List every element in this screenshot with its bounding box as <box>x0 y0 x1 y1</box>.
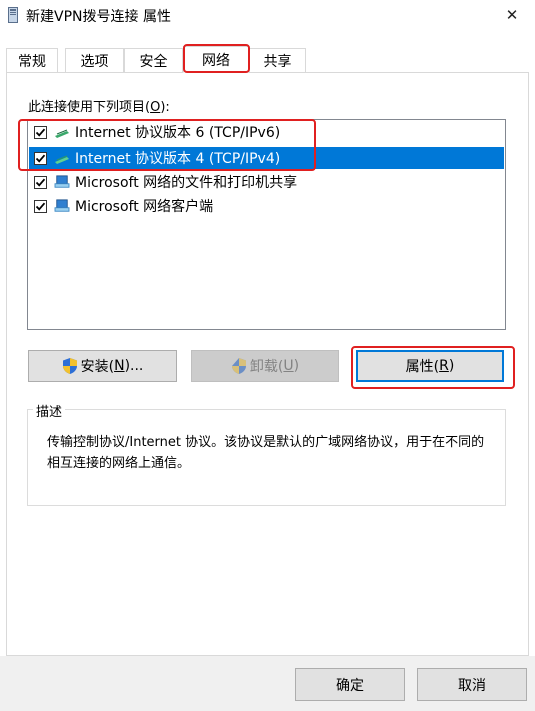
tab-network[interactable]: 网络 <box>183 46 249 73</box>
tab-general[interactable]: 常规 <box>6 48 58 72</box>
item-checkbox[interactable] <box>34 199 47 213</box>
title-bar: 新建VPN拨号连接 属性 ✕ <box>0 0 535 30</box>
item-label: Internet 协议版本 4 (TCP/IPv4) <box>75 151 281 167</box>
network-protocol-icon <box>55 155 69 164</box>
cancel-button[interactable]: 取消 <box>417 668 527 701</box>
checkmark-icon <box>35 202 46 211</box>
button-text: 卸载( <box>249 359 284 375</box>
button-text: ) <box>293 358 300 374</box>
tab-strip: 常规 选项 安全 网络 共享 <box>6 46 529 73</box>
vpn-connection-icon <box>8 7 18 23</box>
label-text: ): <box>160 100 170 115</box>
button-text: 属性( <box>405 359 440 375</box>
uac-shield-icon <box>62 358 77 374</box>
checkmark-icon <box>35 178 46 187</box>
list-item[interactable]: Microsoft 网络的文件和打印机共享 <box>29 171 504 193</box>
access-key: O <box>150 100 161 115</box>
install-button[interactable]: 安装(N)... <box>28 350 177 382</box>
tab-options[interactable]: 选项 <box>65 48 124 72</box>
tab-label: 共享 <box>263 53 292 70</box>
tab-label: 选项 <box>80 53 109 70</box>
uac-shield-icon <box>231 358 246 374</box>
checkmark-icon <box>35 128 46 137</box>
list-item-selected[interactable]: Internet 协议版本 4 (TCP/IPv4) <box>29 147 504 169</box>
tab-label: 安全 <box>139 53 168 70</box>
item-label: Microsoft 网络客户端 <box>75 199 214 215</box>
description-title: 描述 <box>33 401 66 420</box>
list-item[interactable]: Microsoft 网络客户端 <box>29 195 504 217</box>
items-list-label: 此连接使用下列项目(O): <box>28 96 170 115</box>
connection-items-list[interactable]: Internet 协议版本 6 (TCP/IPv6) Internet 协议版本… <box>27 119 506 330</box>
tab-label: 常规 <box>18 53 46 70</box>
network-client-icon <box>54 199 70 212</box>
list-item[interactable]: Internet 协议版本 6 (TCP/IPv6) <box>29 121 504 143</box>
item-checkbox[interactable] <box>34 125 47 139</box>
button-text: 确定 <box>336 677 364 694</box>
button-text: ) <box>448 358 455 374</box>
uninstall-button: 卸载(U) <box>191 350 339 382</box>
access-key: U <box>283 358 294 374</box>
access-key: N <box>114 358 125 374</box>
window-title: 新建VPN拨号连接 属性 <box>26 9 171 25</box>
close-icon: ✕ <box>505 6 519 24</box>
checkmark-icon <box>35 154 46 163</box>
ok-button[interactable]: 确定 <box>295 668 405 701</box>
network-protocol-icon <box>55 129 69 138</box>
item-label: Internet 协议版本 6 (TCP/IPv6) <box>75 125 281 141</box>
item-label: Microsoft 网络的文件和打印机共享 <box>75 175 298 191</box>
button-text: 取消 <box>458 677 486 694</box>
properties-button[interactable]: 属性(R) <box>356 350 504 382</box>
item-checkbox[interactable] <box>34 175 47 189</box>
item-checkbox[interactable] <box>34 151 47 165</box>
tab-label: 网络 <box>202 52 230 69</box>
button-text: 安装( <box>80 359 115 375</box>
button-text: )... <box>124 358 144 374</box>
description-text: 传输控制协议/Internet 协议。该协议是默认的广域网络协议，用于在不同的相… <box>47 435 485 471</box>
access-key: R <box>439 358 449 374</box>
tab-sharing[interactable]: 共享 <box>249 48 306 72</box>
label-text: 此连接使用下列项目( <box>28 100 151 115</box>
network-service-icon <box>54 175 70 188</box>
tab-security[interactable]: 安全 <box>124 48 183 72</box>
close-button[interactable]: ✕ <box>489 0 535 30</box>
